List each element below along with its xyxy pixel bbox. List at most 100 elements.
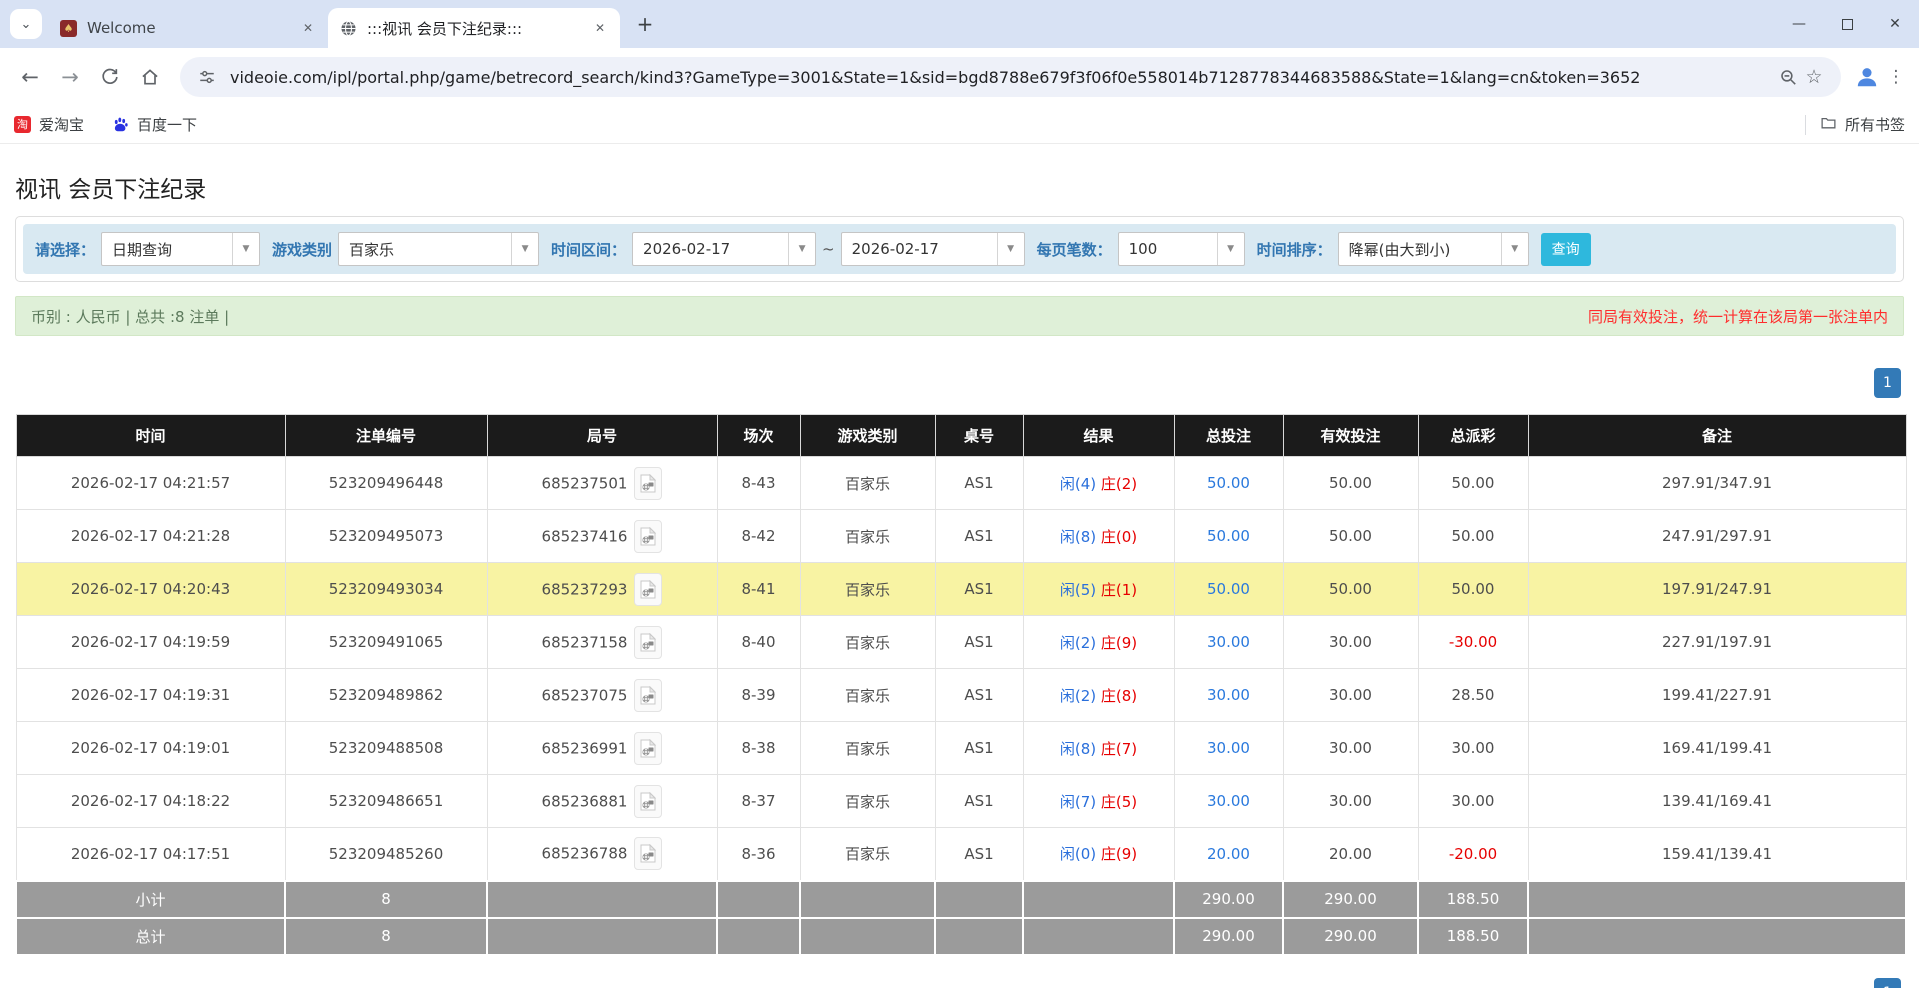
total-bet-link[interactable]: 30.00 — [1207, 633, 1250, 651]
video-replay-button[interactable] — [634, 520, 662, 553]
date-to-value: 2026-02-17 — [842, 233, 997, 265]
cell-valid-bet: 50.00 — [1283, 563, 1418, 616]
result-player: 闲(2) — [1060, 634, 1096, 652]
cell-valid-bet: 30.00 — [1283, 616, 1418, 669]
total-bet-link[interactable]: 50.00 — [1207, 474, 1250, 492]
video-replay-button[interactable] — [634, 785, 662, 818]
cell-valid-bet: 290.00 — [1283, 918, 1418, 955]
date-from-picker[interactable]: 2026-02-17 ▼ — [632, 232, 816, 266]
back-button[interactable]: ← — [12, 59, 48, 95]
result-banker: 庄(8) — [1101, 687, 1137, 705]
cell-session: 8-41 — [717, 563, 800, 616]
cell-remark: 297.91/347.91 — [1528, 457, 1906, 510]
query-button[interactable]: 查询 — [1541, 233, 1591, 266]
tab-close-icon[interactable]: ✕ — [298, 18, 318, 38]
sort-order-select[interactable]: 降幂(由大到小) ▼ — [1338, 232, 1529, 266]
cell-payout: 28.50 — [1418, 669, 1528, 722]
video-replay-button[interactable] — [634, 837, 662, 870]
round-number: 685236991 — [542, 739, 628, 757]
cell-table-no: AS1 — [935, 669, 1023, 722]
video-replay-button[interactable] — [634, 467, 662, 500]
bookmark-aitaobao[interactable]: 淘 爱淘宝 — [14, 114, 84, 135]
result-player: 闲(0) — [1060, 845, 1096, 863]
cell-round-id: 685237293 — [487, 563, 717, 616]
maximize-button[interactable] — [1823, 0, 1871, 48]
table-row: 2026-02-17 04:21:28523209495073685237416… — [16, 510, 1906, 563]
taobao-icon: 淘 — [14, 116, 31, 133]
browser-menu-icon[interactable]: ⋮ — [1883, 61, 1909, 93]
url-text[interactable]: videoie.com/ipl/portal.php/game/betrecor… — [230, 68, 1765, 87]
table-row: 2026-02-17 04:18:22523209486651685236881… — [16, 775, 1906, 828]
chevron-down-icon[interactable]: ▼ — [997, 233, 1024, 265]
minimize-button[interactable]: — — [1775, 0, 1823, 48]
tab-close-icon[interactable]: ✕ — [590, 18, 610, 38]
page-title: 视讯 会员下注纪录 — [15, 170, 1919, 204]
tab-title: Welcome — [87, 19, 292, 37]
sort-order-label: 时间排序： — [1257, 239, 1332, 260]
cell-time: 2026-02-17 04:17:51 — [16, 828, 285, 881]
cell-round-id — [487, 918, 717, 955]
per-page-select[interactable]: 100 ▼ — [1118, 232, 1245, 266]
browser-window: ⌄ ♠ Welcome ✕ :::视讯 会员下注纪录::: ✕ + — ✕ ← … — [0, 0, 1919, 988]
game-type-select[interactable]: 百家乐 ▼ — [338, 232, 539, 266]
cell-remark: 159.41/139.41 — [1528, 828, 1906, 881]
window-close-button[interactable]: ✕ — [1871, 0, 1919, 48]
home-button[interactable] — [132, 59, 168, 95]
video-replay-button[interactable] — [634, 679, 662, 712]
total-bet-link[interactable]: 30.00 — [1207, 792, 1250, 810]
cell-result: 闲(4) 庄(2) — [1023, 457, 1174, 510]
all-bookmarks[interactable]: 所有书签 — [1805, 114, 1905, 135]
video-replay-button[interactable] — [634, 573, 662, 606]
cell-round-id: 685237501 — [487, 457, 717, 510]
total-bet-link[interactable]: 30.00 — [1207, 686, 1250, 704]
table-body: 2026-02-17 04:21:57523209496448685237501… — [16, 457, 1906, 955]
bookmark-baidu[interactable]: 百度一下 — [112, 114, 197, 135]
page-1-button[interactable]: 1 — [1874, 368, 1901, 398]
result-player: 闲(8) — [1060, 740, 1096, 758]
cell-session: 8-36 — [717, 828, 800, 881]
cell-total-bet: 30.00 — [1174, 669, 1283, 722]
cell-payout: 30.00 — [1418, 722, 1528, 775]
chevron-down-icon[interactable]: ▼ — [788, 233, 815, 265]
total-bet-link[interactable]: 50.00 — [1207, 527, 1250, 545]
date-to-picker[interactable]: 2026-02-17 ▼ — [841, 232, 1025, 266]
zoom-out-icon[interactable] — [1775, 64, 1801, 90]
filter-bar: 请选择： 日期查询 ▼ 游戏类别 百家乐 ▼ 时间区间： 2026-02-17 … — [23, 224, 1896, 274]
cell-valid-bet: 50.00 — [1283, 457, 1418, 510]
tab-welcome[interactable]: ♠ Welcome ✕ — [48, 8, 328, 48]
video-replay-button[interactable] — [634, 626, 662, 659]
column-header: 桌号 — [935, 415, 1023, 457]
query-type-select[interactable]: 日期查询 ▼ — [101, 232, 260, 266]
reload-button[interactable] — [92, 59, 128, 95]
total-bet-link[interactable]: 20.00 — [1207, 845, 1250, 863]
tab-bet-records[interactable]: :::视讯 会员下注纪录::: ✕ — [328, 8, 620, 48]
cell-bet-id: 523209493034 — [285, 563, 487, 616]
video-replay-button[interactable] — [634, 732, 662, 765]
cell-payout: 188.50 — [1418, 918, 1528, 955]
site-settings-icon[interactable] — [194, 64, 220, 90]
new-tab-button[interactable]: + — [630, 9, 660, 39]
cell-table-no: AS1 — [935, 616, 1023, 669]
chevron-down-icon[interactable]: ▼ — [232, 233, 259, 265]
cell-remark — [1528, 881, 1906, 918]
forward-button[interactable]: → — [52, 59, 88, 95]
cell-bet-id: 523209485260 — [285, 828, 487, 881]
result-player: 闲(5) — [1060, 581, 1096, 599]
cell-time: 2026-02-17 04:21:28 — [16, 510, 285, 563]
cell-remark: 197.91/247.91 — [1528, 563, 1906, 616]
profile-avatar[interactable] — [1851, 61, 1883, 93]
total-bet-link[interactable]: 30.00 — [1207, 739, 1250, 757]
address-bar[interactable]: videoie.com/ipl/portal.php/game/betrecor… — [180, 57, 1841, 97]
page-1-button[interactable]: 1 — [1874, 978, 1901, 988]
window-controls: — ✕ — [1775, 0, 1919, 48]
cell-remark: 199.41/227.91 — [1528, 669, 1906, 722]
bookmark-star-icon[interactable]: ☆ — [1801, 64, 1827, 90]
total-bet-link[interactable]: 50.00 — [1207, 580, 1250, 598]
round-number: 685237293 — [542, 580, 628, 598]
tab-search-button[interactable]: ⌄ — [10, 9, 42, 39]
result-banker: 庄(1) — [1101, 581, 1137, 599]
chevron-down-icon[interactable]: ▼ — [1501, 233, 1528, 265]
chevron-down-icon[interactable]: ▼ — [511, 233, 538, 265]
column-header: 游戏类别 — [800, 415, 935, 457]
chevron-down-icon[interactable]: ▼ — [1217, 233, 1244, 265]
